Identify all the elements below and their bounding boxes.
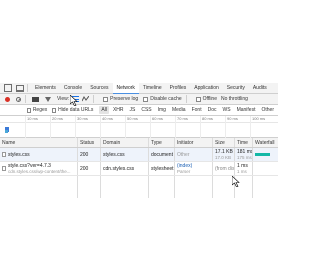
column-header-waterfall[interactable]: Waterfall: [253, 138, 278, 147]
request-size: (from dis...: [215, 165, 235, 172]
divider: [185, 95, 187, 103]
requests-table: Name Status Domain Type Initiator Size T…: [0, 138, 278, 198]
table-row[interactable]: styles.css 200 styles.css document Other…: [0, 148, 278, 162]
overview-tick: 20 ms: [50, 116, 63, 138]
hide-data-urls-checkbox[interactable]: [52, 107, 57, 113]
tab-console[interactable]: Console: [60, 83, 86, 93]
column-header-type[interactable]: Type: [149, 138, 175, 147]
mouse-pointer-icon: [232, 176, 240, 187]
offline-label: Offline: [202, 96, 217, 102]
request-status: 200: [80, 151, 89, 158]
tab-profiles[interactable]: Profiles: [166, 83, 191, 93]
regex-label: Regex: [32, 107, 48, 113]
devtools-panel: Elements Console Sources Network Timelin…: [0, 82, 278, 198]
disable-cache-label: Disable cache: [150, 96, 182, 102]
filter-icon[interactable]: [45, 96, 51, 102]
disable-cache-checkbox[interactable]: [143, 96, 149, 102]
waterfall-bar: [255, 153, 271, 156]
record-icon[interactable]: [5, 96, 10, 102]
preserve-log-label: Preserve log: [110, 96, 139, 102]
request-type: document: [151, 151, 173, 158]
table-header: Name Status Domain Type Initiator Size T…: [0, 138, 278, 148]
request-type: stylesheet: [151, 165, 174, 172]
inspect-element-icon[interactable]: [4, 84, 12, 92]
overview-tick: 10 ms: [25, 116, 38, 138]
column-header-initiator[interactable]: Initiator: [175, 138, 213, 147]
clear-icon[interactable]: [16, 96, 21, 102]
hide-data-urls-label: Hide data URLs: [58, 107, 94, 113]
type-filter-ws[interactable]: WS: [221, 106, 233, 114]
type-filter-other[interactable]: Other: [259, 106, 276, 114]
filter-input[interactable]: [4, 107, 27, 114]
tab-network[interactable]: Network: [112, 82, 139, 94]
overview-tick: 50 ms: [125, 116, 138, 138]
request-initiator: Other: [177, 151, 190, 158]
column-header-size[interactable]: Size: [213, 138, 235, 147]
network-overview[interactable]: 10 ms 20 ms 30 ms 40 ms 50 ms 60 ms 70 m…: [0, 116, 278, 138]
table-row[interactable]: style.css?ver=4.7.3 cdn.styles.css/wp-co…: [0, 162, 278, 176]
document-file-icon: [2, 152, 6, 157]
request-latency: 1 ms: [237, 168, 247, 174]
overview-tick: 70 ms: [175, 116, 188, 138]
request-domain: styles.css: [103, 151, 125, 158]
stylesheet-file-icon: [2, 166, 6, 171]
divider: [25, 95, 26, 103]
capture-screenshots-icon[interactable]: [32, 96, 39, 102]
tab-sources[interactable]: Sources: [86, 83, 112, 93]
request-latency: 175 ms: [237, 154, 252, 160]
request-waterfall: [253, 148, 278, 161]
type-filter-font[interactable]: Font: [190, 106, 204, 114]
filter-bar: Regex Hide data URLs All XHR JS CSS Img …: [0, 105, 278, 116]
mouse-pointer-icon: [70, 95, 78, 106]
divider: [27, 84, 28, 92]
overview-icon[interactable]: [82, 96, 90, 102]
type-filter-css[interactable]: CSS: [139, 106, 153, 114]
tab-timeline[interactable]: Timeline: [139, 83, 166, 93]
network-toolbar: View: Preserve log Disable cache Offline…: [0, 94, 278, 105]
column-header-status[interactable]: Status: [78, 138, 101, 147]
tab-application[interactable]: Application: [190, 83, 222, 93]
tab-elements[interactable]: Elements: [31, 83, 60, 93]
type-filter-all[interactable]: All: [99, 106, 109, 114]
overview-tick: 90 ms: [225, 116, 238, 138]
overview-tick: 60 ms: [150, 116, 163, 138]
column-header-name[interactable]: Name: [0, 138, 78, 147]
devtools-tab-bar: Elements Console Sources Network Timelin…: [0, 82, 278, 94]
view-label: View:: [57, 96, 70, 102]
request-domain: cdn.styles.css: [103, 165, 135, 172]
type-filter-media[interactable]: Media: [170, 106, 188, 114]
tab-security[interactable]: Security: [223, 83, 249, 93]
tab-audits[interactable]: Audits: [249, 83, 271, 93]
regex-checkbox[interactable]: [27, 107, 31, 113]
preserve-log-checkbox[interactable]: [103, 96, 109, 102]
overview-tick: 30 ms: [75, 116, 88, 138]
column-header-domain[interactable]: Domain: [101, 138, 149, 147]
type-filter-js[interactable]: JS: [128, 106, 138, 114]
request-initiator-type: Parser: [177, 168, 191, 174]
overview-request-bar: [5, 130, 8, 133]
overview-tick: 100 ms: [250, 116, 265, 138]
request-waterfall: [253, 162, 278, 175]
request-path: cdn.styles.css/wp-content/the...: [8, 168, 71, 174]
device-toolbar-icon[interactable]: [16, 84, 24, 92]
request-name: styles.css: [8, 151, 30, 158]
resource-type-filters: All XHR JS CSS Img Media Font Doc WS Man…: [99, 106, 278, 114]
overview-tick: 80 ms: [200, 116, 213, 138]
request-status: 200: [80, 165, 89, 172]
type-filter-xhr[interactable]: XHR: [111, 106, 126, 114]
offline-checkbox[interactable]: [195, 96, 201, 102]
throttling-select[interactable]: No throttling: [221, 96, 248, 102]
type-filter-manifest[interactable]: Manifest: [235, 106, 258, 114]
column-header-time[interactable]: Time: [235, 138, 253, 147]
overview-tick: 40 ms: [100, 116, 113, 138]
request-resource-size: 17.0 KB: [215, 154, 232, 160]
type-filter-img[interactable]: Img: [156, 106, 168, 114]
type-filter-doc[interactable]: Doc: [206, 106, 219, 114]
divider: [93, 95, 95, 103]
